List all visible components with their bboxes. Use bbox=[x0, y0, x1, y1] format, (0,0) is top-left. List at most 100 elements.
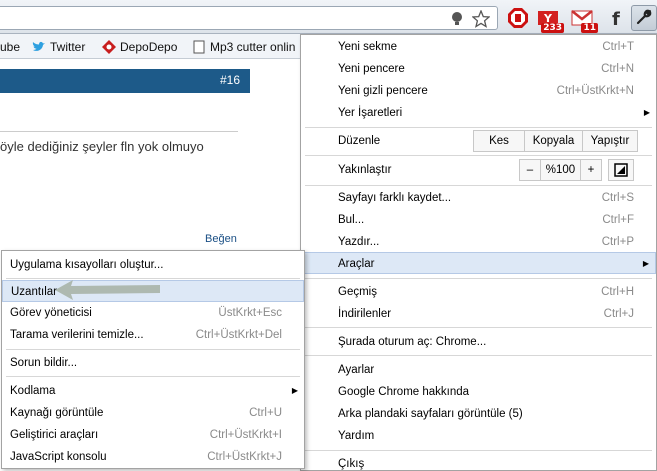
copy-button[interactable]: Kopyala bbox=[524, 130, 583, 152]
fullscreen-icon bbox=[614, 163, 628, 177]
zoom-in-button[interactable]: + bbox=[580, 159, 602, 181]
submenu-arrow-icon: ▶ bbox=[291, 386, 298, 395]
menu-item-label: Kaynağı görüntüle bbox=[10, 407, 104, 419]
menu-separator bbox=[305, 278, 652, 279]
menu-item-background-pages[interactable]: Arka plandaki sayfaları görüntüle (5) bbox=[301, 403, 656, 425]
like-link[interactable]: Beğen bbox=[205, 233, 237, 245]
menu-item-clear-browsing-data[interactable]: Tarama verilerini temizle... Ctrl+ÜstKrk… bbox=[2, 324, 304, 346]
bookmark-twitter[interactable]: Twitter bbox=[32, 34, 85, 59]
menu-item-label: Geliştirici araçları bbox=[10, 429, 99, 441]
adblock-icon[interactable] bbox=[505, 6, 531, 30]
menu-item-label: Görev yöneticisi bbox=[10, 307, 92, 319]
menu-item-view-source[interactable]: Kaynağı görüntüle Ctrl+U bbox=[2, 402, 304, 424]
menu-separator bbox=[305, 185, 652, 186]
menu-item-history[interactable]: Geçmiş Ctrl+H bbox=[301, 281, 656, 303]
menu-item-shortcut: Ctrl+F bbox=[602, 214, 634, 226]
menu-item-label: Uygulama kısayolları oluştur... bbox=[10, 259, 164, 271]
paste-button[interactable]: Yapıştır bbox=[582, 130, 638, 152]
menu-item-shortcut: Ctrl+P bbox=[601, 236, 634, 248]
menu-item-shortcut: Ctrl+S bbox=[601, 192, 634, 204]
menu-item-label: Yeni sekme bbox=[338, 41, 398, 53]
gmail-badge: 11 bbox=[581, 23, 598, 33]
wrench-icon bbox=[635, 8, 653, 29]
wrench-menu-button[interactable] bbox=[631, 5, 657, 31]
bookmark-mp3-cutter[interactable]: Mp3 cutter onlin bbox=[192, 34, 295, 59]
menu-item-new-window[interactable]: Yeni pencere Ctrl+N bbox=[301, 58, 656, 80]
facebook-icon[interactable]: f bbox=[603, 6, 629, 30]
menu-item-about-chrome[interactable]: Google Chrome hakkında bbox=[301, 381, 656, 403]
yahoo-mail-icon[interactable]: Y 233 bbox=[535, 6, 564, 33]
menu-separator bbox=[6, 349, 300, 350]
wrench-menu: Yeni sekme Ctrl+T Yeni pencere Ctrl+N Ye… bbox=[300, 34, 657, 471]
menu-item-create-app-shortcuts[interactable]: Uygulama kısayolları oluştur... bbox=[2, 254, 304, 276]
menu-item-label: Kodlama bbox=[10, 385, 56, 397]
menu-item-label: Yazdır... bbox=[338, 236, 380, 248]
menu-item-shortcut: ÜstKrkt+Esc bbox=[218, 307, 282, 319]
gmail-icon[interactable]: 11 bbox=[569, 6, 598, 33]
menu-separator bbox=[305, 155, 652, 156]
fullscreen-button[interactable] bbox=[608, 159, 634, 181]
menu-item-new-tab[interactable]: Yeni sekme Ctrl+T bbox=[301, 36, 656, 58]
menu-item-label: İndirilenler bbox=[338, 308, 392, 320]
menu-item-shortcut: Ctrl+H bbox=[601, 286, 634, 298]
submenu-arrow-icon: ▶ bbox=[643, 108, 650, 117]
menu-item-shortcut: Ctrl+ÜstKrkt+N bbox=[556, 85, 634, 97]
menu-item-shortcut: Ctrl+U bbox=[249, 407, 282, 419]
menu-item-find[interactable]: Bul... Ctrl+F bbox=[301, 209, 656, 231]
cut-button[interactable]: Kes bbox=[473, 130, 525, 152]
menu-item-encoding[interactable]: Kodlama ▶ bbox=[2, 380, 304, 402]
menu-separator bbox=[6, 376, 300, 377]
menu-item-downloads[interactable]: İndirilenler Ctrl+J bbox=[301, 303, 656, 325]
menu-item-bookmarks[interactable]: Yer İşaretleri ▶ bbox=[301, 102, 656, 124]
depodepo-icon bbox=[102, 39, 116, 54]
menu-item-developer-tools[interactable]: Geliştirici araçları Ctrl+ÜstKrkt+I bbox=[2, 424, 304, 446]
twitter-bird-icon bbox=[32, 40, 46, 54]
menu-item-label: Uzantılar bbox=[11, 286, 58, 298]
menu-separator bbox=[305, 355, 652, 356]
menu-item-save-page-as[interactable]: Sayfayı farklı kaydet... Ctrl+S bbox=[301, 187, 656, 209]
menu-item-task-manager[interactable]: Görev yöneticisi ÜstKrkt+Esc bbox=[2, 302, 304, 324]
menu-item-label: Sorun bildir... bbox=[10, 357, 78, 369]
menu-item-label: Yeni pencere bbox=[338, 63, 405, 75]
star-bookmark-icon[interactable] bbox=[471, 9, 491, 29]
menu-item-javascript-console[interactable]: JavaScript konsolu Ctrl+ÜstKrkt+J bbox=[2, 446, 304, 468]
bookmark-depodepo[interactable]: DepoDepo bbox=[102, 34, 177, 59]
menu-item-shortcut: Ctrl+ÜstKrkt+I bbox=[209, 429, 282, 441]
annotation-arrow-icon bbox=[55, 280, 160, 300]
menu-item-sign-in[interactable]: Şurada oturum aç: Chrome... bbox=[301, 331, 656, 353]
menu-item-tools[interactable]: Araçlar ▶ bbox=[301, 252, 656, 274]
menu-item-label: Sayfayı farklı kaydet... bbox=[338, 192, 452, 204]
post-header: #16 bbox=[0, 69, 250, 93]
omnibox[interactable] bbox=[0, 6, 498, 30]
zoom-out-button[interactable]: – bbox=[519, 159, 541, 181]
menu-item-print[interactable]: Yazdır... Ctrl+P bbox=[301, 231, 656, 253]
post-number[interactable]: #16 bbox=[220, 73, 240, 87]
menu-item-label: Geçmiş bbox=[338, 286, 377, 298]
menu-item-label: Şurada oturum aç: Chrome... bbox=[338, 336, 487, 348]
post-divider bbox=[0, 131, 238, 132]
menu-item-label: Yakınlaştır bbox=[338, 164, 392, 176]
menu-item-help[interactable]: Yardım bbox=[301, 425, 656, 447]
menu-item-report-issue[interactable]: Sorun bildir... bbox=[2, 352, 304, 374]
lightbulb-icon[interactable] bbox=[447, 9, 467, 29]
svg-text:f: f bbox=[612, 9, 620, 28]
menu-item-shortcut: Ctrl+N bbox=[601, 63, 634, 75]
zoom-level: %100 bbox=[540, 159, 581, 181]
menu-item-label: Yeni gizli pencere bbox=[338, 85, 428, 97]
menu-item-label: Google Chrome hakkında bbox=[338, 386, 470, 398]
menu-item-edit: Düzenle Kes Kopyala Yapıştır bbox=[301, 130, 656, 152]
bookmark-youtube[interactable]: ube bbox=[0, 34, 20, 59]
post-text: öyle dediğiniz şeyler fln yok olmuyo bbox=[0, 139, 204, 154]
yahoo-badge: 233 bbox=[541, 23, 564, 33]
menu-item-exit[interactable]: Çıkış bbox=[301, 453, 656, 471]
menu-item-label: Bul... bbox=[338, 214, 365, 226]
menu-item-settings[interactable]: Ayarlar bbox=[301, 359, 656, 381]
bookmark-label: Twitter bbox=[50, 39, 86, 54]
menu-separator bbox=[305, 127, 652, 128]
menu-item-label: Tarama verilerini temizle... bbox=[10, 329, 144, 341]
menu-item-shortcut: Ctrl+T bbox=[602, 41, 634, 53]
menu-item-new-incognito-window[interactable]: Yeni gizli pencere Ctrl+ÜstKrkt+N bbox=[301, 80, 656, 102]
menu-item-label: Yer İşaretleri bbox=[338, 107, 403, 119]
menu-item-label: Ayarlar bbox=[338, 364, 375, 376]
bookmark-label: ube bbox=[0, 39, 21, 54]
